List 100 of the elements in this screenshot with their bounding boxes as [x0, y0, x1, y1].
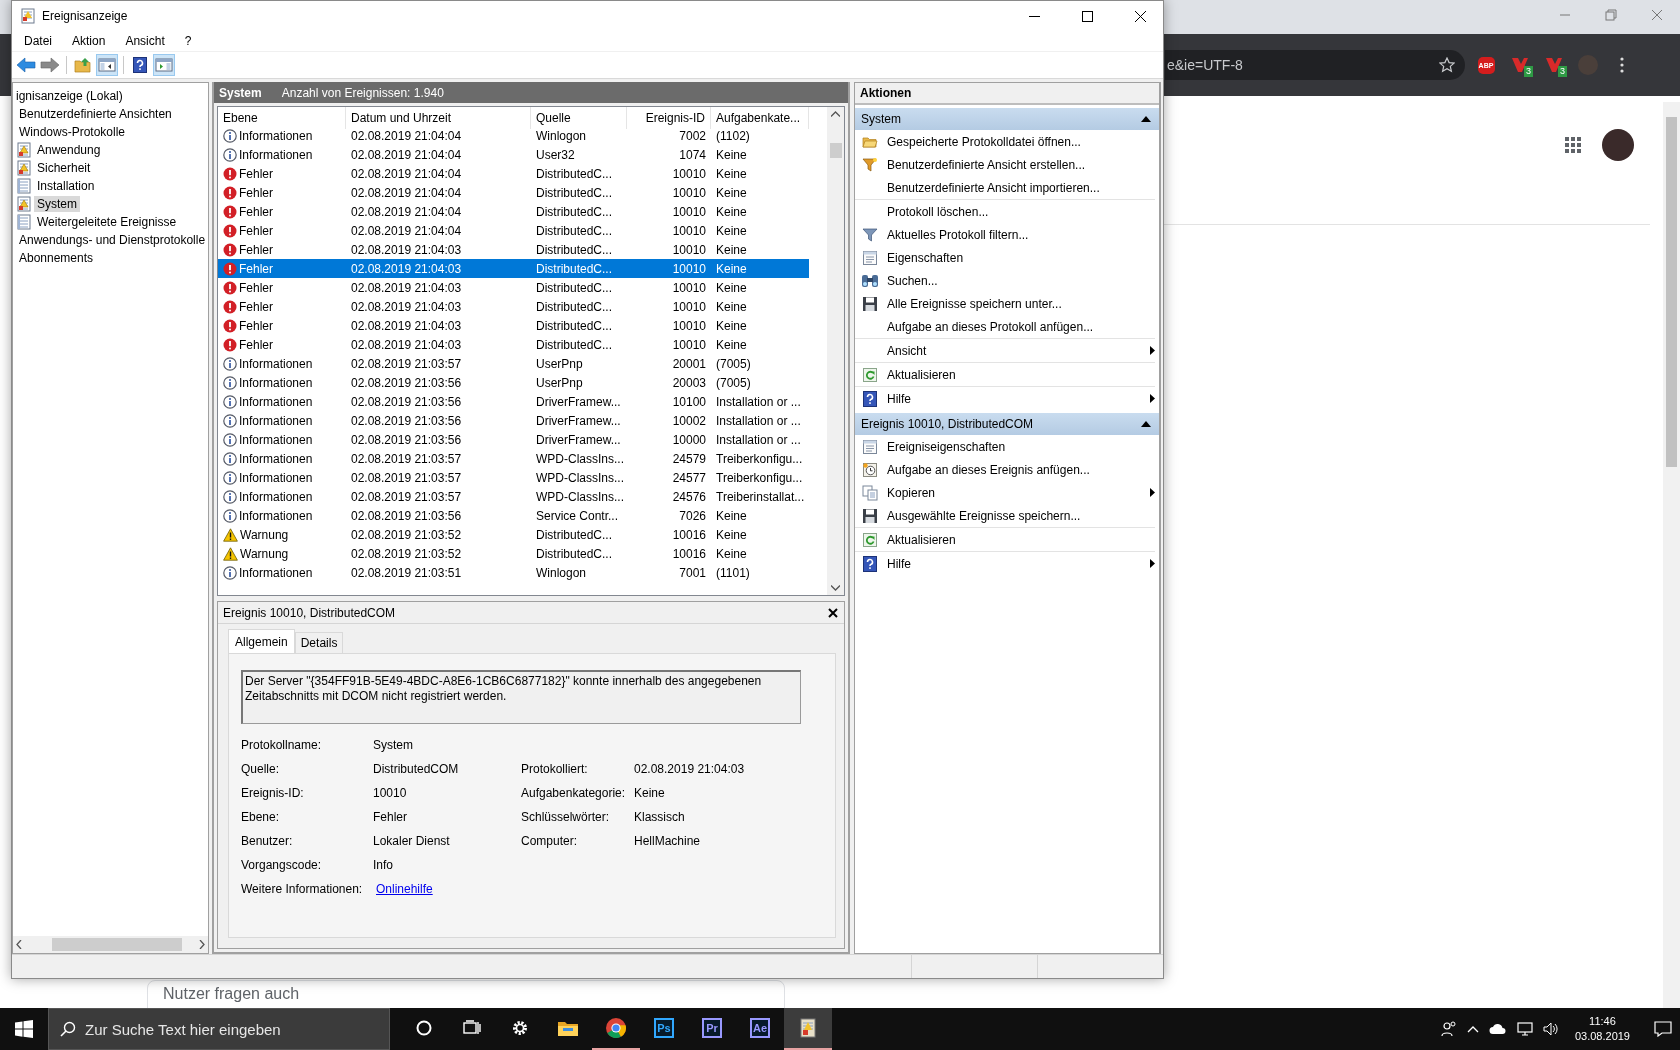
taskbar-app[interactable]: Ps	[640, 1008, 688, 1050]
table-cell-text: 02.08.2019 21:04:03	[350, 279, 463, 297]
maximize-icon	[1081, 10, 1093, 22]
apps-grid-icon[interactable]	[1565, 137, 1581, 153]
help-link[interactable]: Onlinehilfe	[376, 882, 521, 896]
table-cell-text: 10010	[671, 241, 707, 259]
action-item[interactable]: Protokoll löschen...	[855, 200, 1155, 223]
action-item[interactable]: Aufgabe an dieses Protokoll anfügen...	[855, 315, 1155, 339]
action-item[interactable]: Ansicht	[855, 339, 1155, 363]
scrollbar-thumb[interactable]	[829, 143, 842, 158]
action-item[interactable]: Benutzerdefinierte Ansicht importieren...	[855, 176, 1155, 200]
table-cell: Informationen	[239, 470, 313, 485]
field-value: HellMachine	[634, 834, 702, 848]
tree-item[interactable]: Weitergeleitete Ereignisse	[34, 214, 180, 230]
actions-title: Aktionen	[855, 83, 1159, 105]
field-value: Lokaler Dienst	[373, 834, 451, 848]
document-icon	[862, 249, 878, 266]
field-label: Ebene:	[241, 810, 281, 824]
refresh-icon	[862, 366, 878, 383]
tree-item[interactable]: ignisanzeige (Lokal)	[13, 88, 126, 104]
action-item[interactable]: Gespeicherte Protokolldatei öffnen...	[855, 130, 1155, 153]
action-item[interactable]: Hilfe	[855, 387, 1155, 410]
tree-item[interactable]: Sicherheit	[34, 160, 94, 176]
submenu-arrow-icon	[1150, 488, 1155, 497]
action-item[interactable]: Alle Ereignisse speichern unter...	[855, 292, 1155, 315]
field-label: Computer:	[521, 834, 579, 848]
extension-icon[interactable]	[1510, 56, 1530, 74]
chevron-up-icon[interactable]	[1466, 1025, 1479, 1033]
taskbar-app[interactable]	[784, 1008, 832, 1050]
document-icon	[862, 438, 878, 455]
column-header[interactable]: Aufgabenkate...	[711, 107, 809, 129]
action-item[interactable]: Suchen...	[855, 269, 1155, 292]
action-item[interactable]: Eigenschaften	[855, 246, 1155, 269]
column-header[interactable]: Quelle	[531, 107, 627, 129]
action-item[interactable]: Benutzerdefinierte Ansicht erstellen...	[855, 153, 1155, 176]
table-cell-text: 02.08.2019 21:04:03	[350, 336, 463, 354]
section-header[interactable]: Ereignis 10010, DistributedCOM	[855, 413, 1159, 435]
action-item[interactable]: Kopieren	[855, 481, 1155, 504]
cloud-icon[interactable]	[1488, 1023, 1507, 1035]
field-value: DistributedCOM	[373, 762, 460, 776]
table-cell-text: Keine	[715, 222, 748, 240]
table-cell-text: DistributedC...	[535, 298, 614, 316]
column-header[interactable]: Ereignis-ID	[627, 107, 711, 129]
scrollbar-thumb[interactable]	[1666, 117, 1677, 467]
taskbar-app[interactable]: Ae	[736, 1008, 784, 1050]
table-cell-text: 10010	[671, 279, 707, 297]
search-field[interactable]: Zur Suche Text hier eingeben	[48, 1008, 390, 1050]
table-cell-text: 20001	[671, 355, 707, 373]
table-cell: Warnung	[240, 546, 289, 561]
taskbar-app[interactable]: Pr	[688, 1008, 736, 1050]
extension-icon[interactable]	[1544, 56, 1564, 74]
close-icon[interactable]	[828, 607, 838, 618]
scroll-right-icon	[199, 940, 205, 949]
menu-item[interactable]: Ansicht	[117, 34, 173, 48]
menu-item[interactable]: Datei	[16, 34, 60, 48]
section-header[interactable]: System	[855, 108, 1159, 130]
volume-icon[interactable]	[1542, 1021, 1559, 1037]
action-item[interactable]: Ereigniseigenschaften	[855, 435, 1155, 458]
scrollbar-thumb[interactable]	[52, 938, 182, 951]
tab[interactable]: Allgemein	[228, 629, 295, 653]
action-item[interactable]: Hilfe	[855, 552, 1155, 575]
tree-item[interactable]: Anwendung	[34, 142, 104, 158]
action-item[interactable]: Ausgewählte Ereignisse speichern...	[855, 504, 1155, 528]
tree-item[interactable]: Windows-Protokolle	[16, 124, 129, 140]
menu-item[interactable]: ?	[176, 34, 200, 48]
tree-item[interactable]: System	[34, 196, 80, 212]
menu-item[interactable]: Aktion	[64, 34, 114, 48]
column-header[interactable]: Datum und Uhrzeit	[346, 107, 531, 129]
table-cell-text: Installation or ...	[715, 431, 802, 449]
action-item[interactable]: Aktuelles Protokoll filtern...	[855, 223, 1155, 246]
table-cell-text: 02.08.2019 21:04:04	[350, 184, 463, 202]
tab[interactable]: Details	[294, 632, 344, 653]
action-item[interactable]: Aktualisieren	[855, 363, 1155, 387]
field-label: Quelle:	[241, 762, 281, 776]
table-cell: Warnung	[240, 527, 289, 542]
more-menu-icon[interactable]	[1620, 57, 1624, 73]
tree-item[interactable]: Benutzerdefinierte Ansichten	[16, 106, 175, 122]
address-bar[interactable]: e&ie=UTF-8	[1165, 50, 1465, 80]
table-cell-text: DriverFramew...	[535, 412, 622, 430]
detail-title: Ereignis 10010, DistributedCOM	[223, 605, 396, 620]
table-cell-text: 10010	[671, 317, 707, 335]
table-cell-text: User32	[535, 146, 576, 164]
tree-item[interactable]: Abonnements	[16, 250, 97, 266]
table-cell: Informationen	[239, 565, 313, 580]
table-cell-text: Keine	[715, 336, 748, 354]
action-item[interactable]: Aufgabe an dieses Ereignis anfügen...	[855, 458, 1155, 481]
clock-date[interactable]: 03.08.2019	[1574, 1029, 1630, 1044]
tree-item[interactable]: Installation	[34, 178, 98, 194]
table-cell-text: (7005)	[715, 355, 752, 373]
action-item[interactable]: Aktualisieren	[855, 528, 1155, 552]
help-icon	[132, 57, 148, 73]
table-cell-text: Service Contr...	[535, 507, 620, 525]
avatar-icon[interactable]	[1602, 129, 1634, 161]
tree-item[interactable]: Anwendungs- und Dienstprotokolle	[16, 232, 208, 248]
table-cell-text: 02.08.2019 21:04:03	[350, 241, 463, 259]
table-cell-text: Keine	[715, 184, 748, 202]
notification-icon[interactable]	[1654, 1021, 1672, 1037]
panel-icon	[155, 57, 173, 73]
clock-time[interactable]: 11:46	[1589, 1014, 1616, 1029]
people-icon[interactable]	[1440, 1021, 1457, 1037]
